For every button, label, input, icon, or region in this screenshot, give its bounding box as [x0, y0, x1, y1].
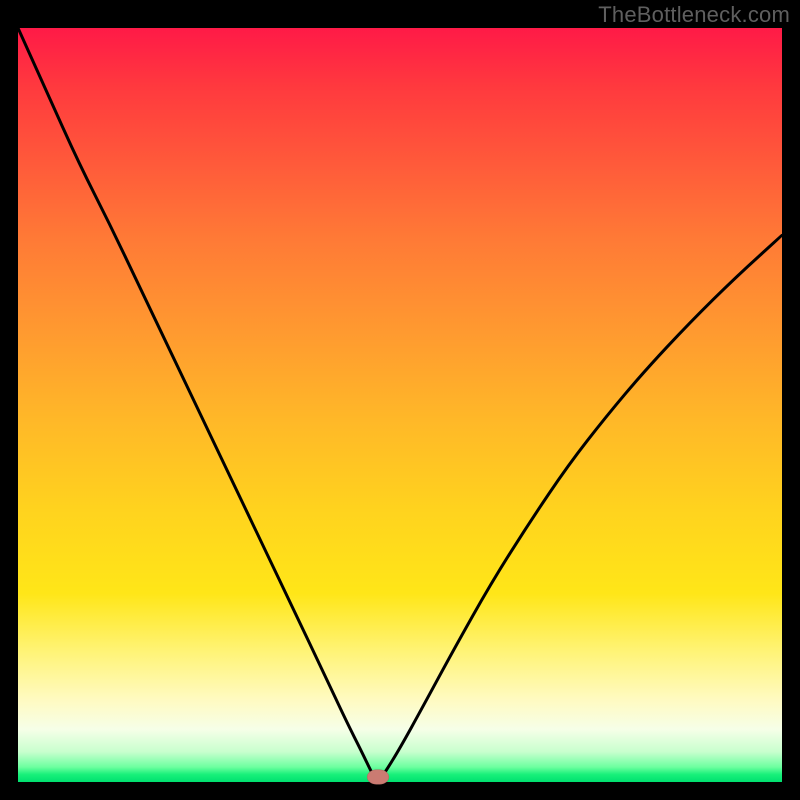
- optimal-point-marker: [367, 770, 389, 785]
- watermark-text: TheBottleneck.com: [598, 2, 790, 28]
- plot-area: [18, 28, 782, 782]
- bottleneck-curve: [18, 28, 782, 780]
- curve-svg: [18, 28, 782, 782]
- chart-frame: TheBottleneck.com: [0, 0, 800, 800]
